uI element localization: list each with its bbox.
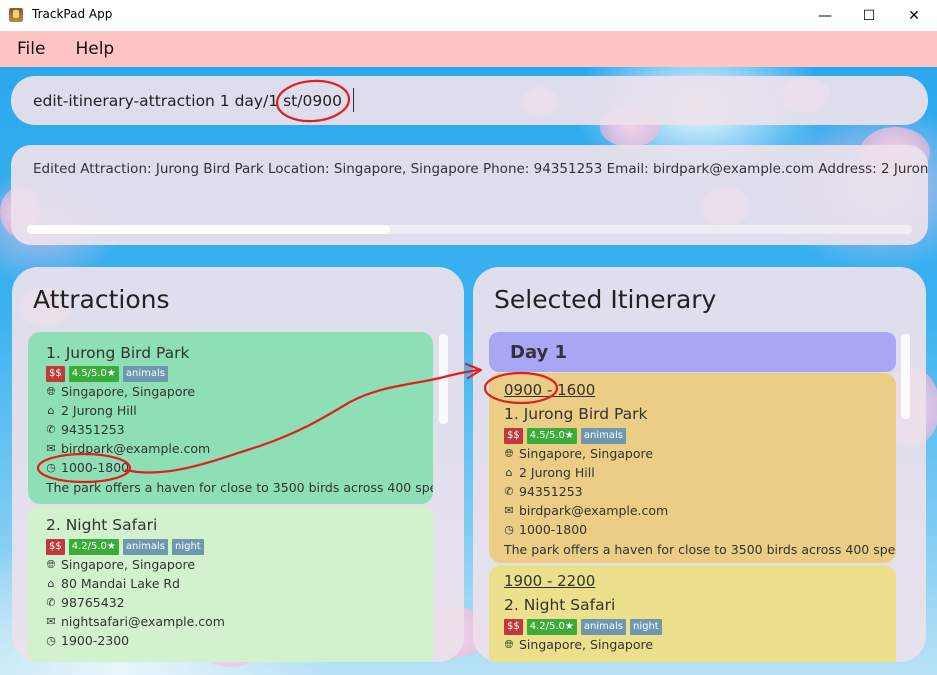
phone-icon: ✆	[504, 485, 514, 498]
location-field: 🌐︎ Singapore, Singapore	[44, 384, 195, 399]
category-tag: animals	[122, 539, 168, 555]
itinerary-title: Selected Itinerary	[494, 285, 717, 314]
rating-badge: 4.5/5.0★	[526, 428, 577, 444]
phone-icon: ✆	[46, 423, 56, 436]
globe-icon: 🌐︎	[46, 384, 56, 398]
phone-field: ✆ 94351253	[44, 422, 124, 437]
category-tag: animals	[122, 366, 168, 382]
cost-badge: $$	[504, 428, 523, 444]
attraction-name: 1. Jurong Bird Park	[46, 344, 190, 362]
hours-field: ◷ 1000-1800	[44, 460, 129, 475]
result-horizontal-scrollbar[interactable]	[27, 225, 912, 234]
phone-icon: ✆	[46, 596, 56, 609]
category-tag: night	[629, 619, 662, 635]
globe-icon: 🌐︎	[504, 637, 514, 651]
cost-badge: $$	[46, 366, 65, 382]
email-field: ✉ birdpark@example.com	[44, 441, 210, 456]
attraction-tags: $$ 4.5/5.0★ animals	[504, 428, 626, 444]
home-icon: ⌂	[505, 466, 513, 479]
time-range: 0900 - 1600	[504, 381, 596, 399]
time-range: 1900 - 2200	[504, 572, 596, 590]
phone-field: ✆ 98765432	[44, 595, 124, 610]
home-icon: ⌂	[47, 577, 55, 590]
email-icon: ✉	[504, 504, 514, 517]
attraction-tags: $$ 4.5/5.0★ animals	[46, 366, 168, 382]
rating-badge: 4.2/5.0★	[526, 619, 577, 635]
clock-icon: ◷	[46, 461, 56, 474]
home-icon: ⌂	[47, 404, 55, 417]
attraction-card[interactable]: 2. Night Safari $$ 4.2/5.0★ animals nigh…	[28, 506, 433, 662]
minimize-button[interactable]: —	[802, 0, 848, 31]
category-tag: animals	[580, 619, 626, 635]
attraction-name: 1. Jurong Bird Park	[504, 405, 648, 423]
hours-field: ◷ 1900-2300	[44, 633, 129, 648]
email-field: ✉ nightsafari@example.com	[44, 614, 225, 629]
email-field: ✉ birdpark@example.com	[502, 503, 668, 518]
day-header[interactable]: Day 1	[489, 332, 896, 372]
maximize-button[interactable]: ☐	[846, 0, 892, 31]
email-icon: ✉	[46, 615, 56, 628]
rating-badge: 4.2/5.0★	[68, 539, 119, 555]
globe-icon: 🌐︎	[504, 446, 514, 460]
attraction-name: 2. Night Safari	[504, 596, 616, 614]
result-display: Edited Attraction: Jurong Bird Park Loca…	[11, 145, 928, 245]
attraction-description: The park offers a haven for close to 350…	[504, 542, 896, 557]
menu-bar: File Help	[0, 31, 937, 67]
result-scrollbar-thumb[interactable]	[27, 225, 390, 234]
location-field: 🌐︎ Singapore, Singapore	[502, 637, 653, 652]
location-field: 🌐︎ Singapore, Singapore	[502, 446, 653, 461]
phone-field: ✆ 94351253	[502, 484, 582, 499]
attractions-title: Attractions	[33, 285, 170, 314]
menu-help[interactable]: Help	[75, 39, 116, 59]
hours-field: ◷ 1000-1800	[502, 522, 587, 537]
location-field: 🌐︎ Singapore, Singapore	[44, 557, 195, 572]
close-button[interactable]: ✕	[891, 0, 937, 31]
itinerary-scrollbar[interactable]	[901, 334, 910, 419]
rating-badge: 4.5/5.0★	[68, 366, 119, 382]
attractions-scrollbar[interactable]	[439, 334, 448, 424]
clock-icon: ◷	[504, 523, 514, 536]
result-text: Edited Attraction: Jurong Bird Park Loca…	[33, 161, 928, 177]
attraction-tags: $$ 4.2/5.0★ animals night	[504, 619, 662, 635]
command-box[interactable]: edit-itinerary-attraction 1 day/1 st/090…	[11, 76, 928, 125]
itinerary-item-card[interactable]: 1900 - 2200 2. Night Safari $$ 4.2/5.0★ …	[489, 565, 896, 662]
globe-icon: 🌐︎	[46, 557, 56, 571]
text-caret	[353, 88, 354, 112]
clock-icon: ◷	[46, 634, 56, 647]
cost-badge: $$	[504, 619, 523, 635]
itinerary-item-card[interactable]: 0900 - 1600 1. Jurong Bird Park $$ 4.5/5…	[489, 373, 896, 563]
app-icon	[9, 8, 23, 22]
category-tag: night	[171, 539, 204, 555]
address-field: ⌂ 80 Mandai Lake Rd	[44, 576, 181, 591]
cost-badge: $$	[46, 539, 65, 555]
attraction-description: The park offers a haven for close to 350…	[46, 480, 433, 495]
attraction-name: 2. Night Safari	[46, 516, 158, 534]
attraction-card[interactable]: 1. Jurong Bird Park $$ 4.5/5.0★ animals …	[28, 332, 433, 504]
itinerary-panel: Selected Itinerary Day 1 0900 - 1600 1. …	[473, 267, 926, 662]
email-icon: ✉	[46, 442, 56, 455]
address-field: ⌂ 2 Jurong Hill	[502, 465, 595, 480]
command-input[interactable]: edit-itinerary-attraction 1 day/1 st/090…	[33, 92, 342, 110]
window-title-bar: TrackPad App — ☐ ✕	[0, 0, 937, 32]
window-title: TrackPad App	[32, 7, 113, 21]
menu-file[interactable]: File	[17, 39, 47, 59]
day-label: Day 1	[510, 342, 568, 363]
category-tag: animals	[580, 428, 626, 444]
attractions-panel: Attractions 1. Jurong Bird Park $$ 4.5/5…	[12, 267, 464, 662]
address-field: ⌂ 2 Jurong Hill	[44, 403, 137, 418]
attraction-tags: $$ 4.2/5.0★ animals night	[46, 539, 204, 555]
